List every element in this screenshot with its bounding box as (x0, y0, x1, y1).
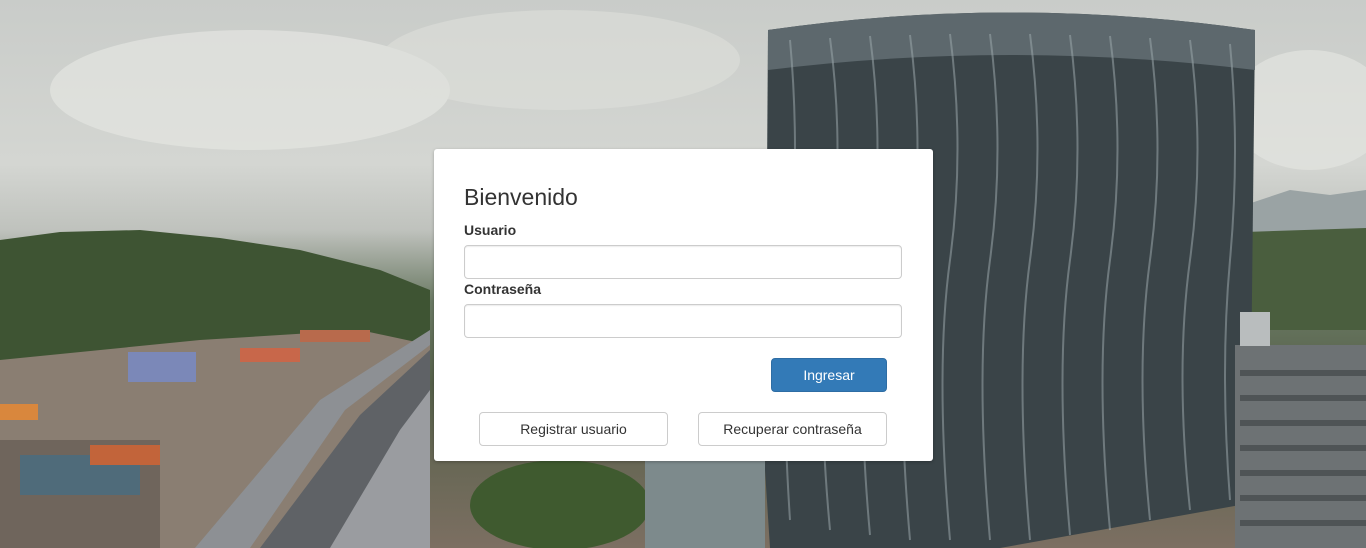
password-input[interactable] (464, 304, 902, 338)
recover-password-button[interactable]: Recuperar contraseña (698, 412, 887, 446)
username-label: Usuario (464, 222, 517, 238)
login-title: Bienvenido (464, 184, 578, 210)
register-user-button[interactable]: Registrar usuario (479, 412, 668, 446)
password-label: Contraseña (464, 281, 542, 297)
username-input[interactable] (464, 245, 902, 279)
login-button[interactable]: Ingresar (771, 358, 887, 392)
login-card: Bienvenido Usuario Contraseña Ingresar R… (434, 149, 933, 461)
